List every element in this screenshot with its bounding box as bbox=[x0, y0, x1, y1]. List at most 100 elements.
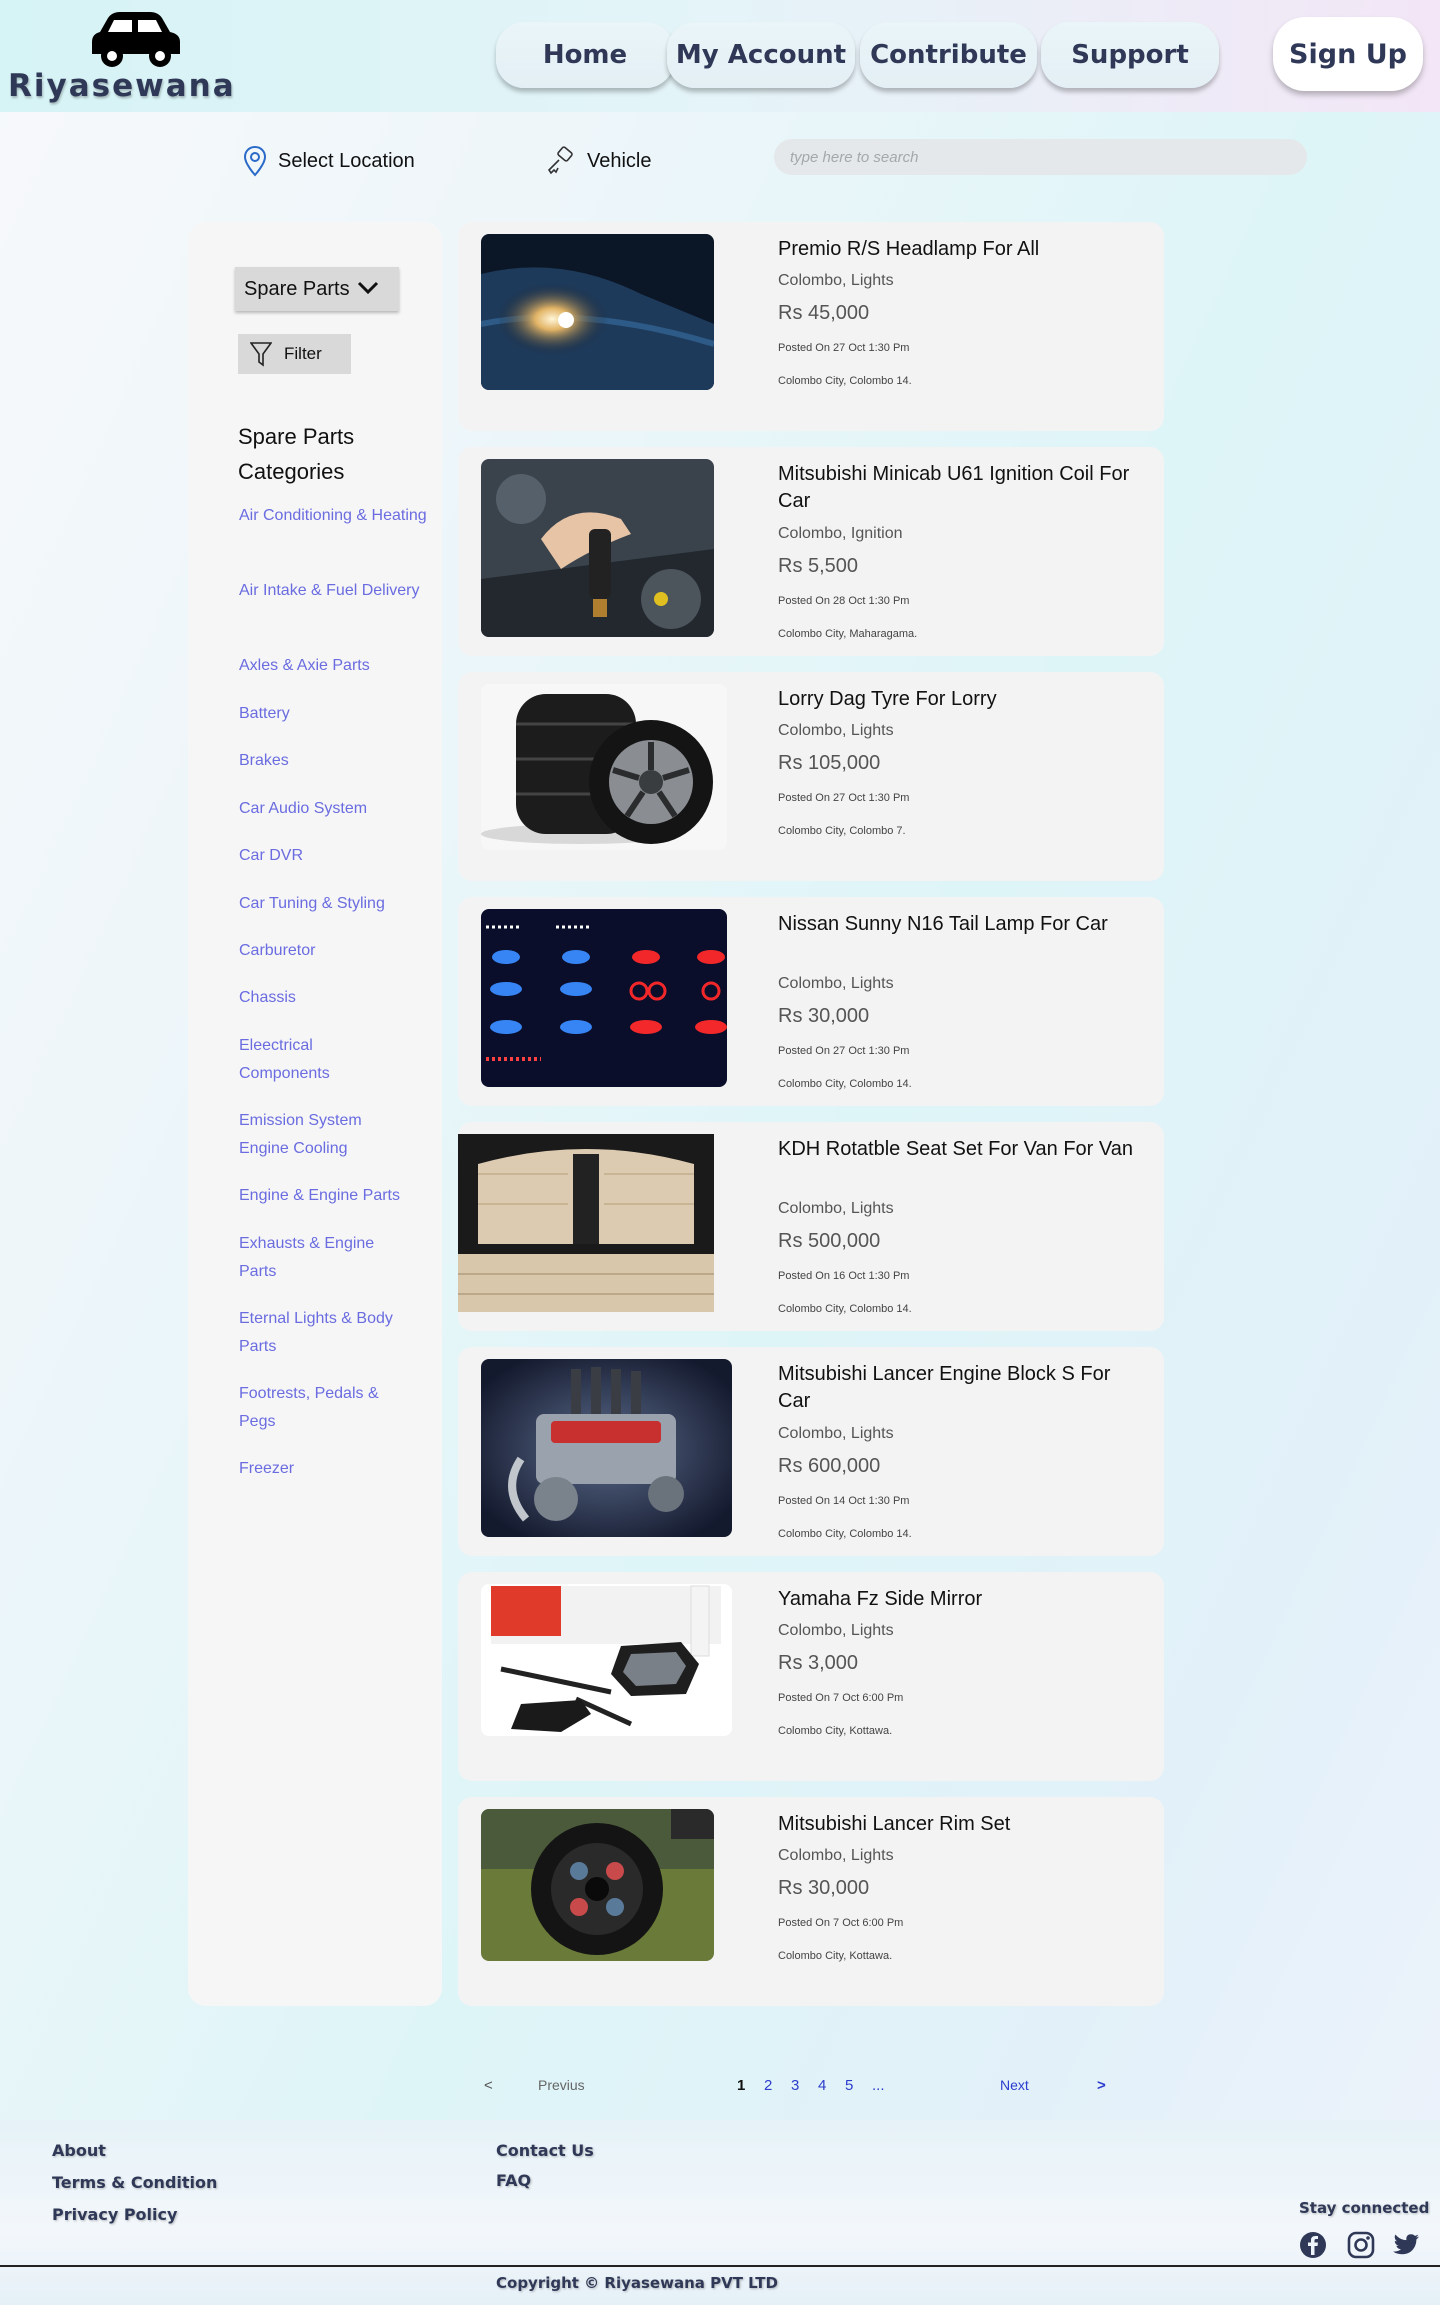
select-location-label: Select Location bbox=[278, 149, 415, 172]
vehicle-selector[interactable]: Vehicle bbox=[545, 146, 652, 176]
listing-image-seat[interactable] bbox=[458, 1134, 714, 1312]
footer-contact-link[interactable]: Contact Us bbox=[496, 2141, 594, 2160]
nav-home[interactable]: Home bbox=[496, 22, 674, 88]
listing-card[interactable]: KDH Rotatble Seat Set For Van For Van Co… bbox=[458, 1122, 1164, 1331]
search-input[interactable] bbox=[774, 139, 1307, 175]
twitter-icon[interactable] bbox=[1391, 2230, 1421, 2260]
category-item[interactable]: Car Audio System bbox=[239, 795, 429, 823]
listing-meta: Colombo, Lights bbox=[778, 722, 894, 739]
nav-support[interactable]: Support bbox=[1041, 22, 1219, 88]
category-item[interactable]: Eleectrical Components bbox=[239, 1032, 389, 1088]
listing-place: Colombo City, Colombo 14. bbox=[778, 375, 912, 387]
filter-label: Filter bbox=[284, 344, 322, 363]
vehicle-label: Vehicle bbox=[587, 149, 652, 172]
listing-price: Rs 600,000 bbox=[778, 1455, 881, 1477]
category-item[interactable]: Engine & Engine Parts bbox=[239, 1182, 429, 1210]
listing-card[interactable]: Premio R/S Headlamp For All Colombo, Lig… bbox=[458, 222, 1164, 431]
listing-title[interactable]: Mitsubishi Minicab U61 Ignition Coil For… bbox=[778, 461, 1138, 515]
listing-image-tyres[interactable] bbox=[481, 684, 727, 850]
listing-price: Rs 45,000 bbox=[778, 302, 870, 324]
listing-posted: Posted On 7 Oct 6:00 Pm bbox=[778, 1692, 904, 1704]
category-item[interactable]: Footrests, Pedals & Pegs bbox=[239, 1380, 389, 1436]
footer-terms-link[interactable]: Terms & Condition bbox=[52, 2173, 217, 2192]
spare-parts-dropdown[interactable]: Spare Parts bbox=[235, 267, 399, 311]
category-item[interactable]: Air Intake & Fuel Delivery bbox=[239, 577, 429, 605]
category-item[interactable]: Air Conditioning & Heating bbox=[239, 502, 429, 530]
footer-faq-link[interactable]: FAQ bbox=[496, 2171, 531, 2190]
page-link-4[interactable]: 4 bbox=[818, 2077, 826, 2094]
listing-image-engine[interactable] bbox=[481, 1359, 732, 1537]
filter-funnel-icon bbox=[250, 342, 272, 367]
listing-price: Rs 30,000 bbox=[778, 1005, 870, 1027]
category-item[interactable]: Car DVR bbox=[239, 842, 429, 870]
listing-card[interactable]: Nissan Sunny N16 Tail Lamp For Car Colom… bbox=[458, 897, 1164, 1106]
spare-parts-dropdown-label: Spare Parts bbox=[244, 277, 350, 300]
listing-posted: Posted On 7 Oct 6:00 Pm bbox=[778, 1917, 904, 1929]
listing-card[interactable]: Mitsubishi Lancer Rim Set Colombo, Light… bbox=[458, 1797, 1164, 2006]
page-link-5[interactable]: 5 bbox=[845, 2077, 853, 2094]
listing-place: Colombo City, Colombo 14. bbox=[778, 1078, 912, 1090]
prev-page-link[interactable]: Previus bbox=[538, 2077, 585, 2093]
prev-arrow[interactable]: < bbox=[484, 2077, 493, 2094]
category-item[interactable]: Brakes bbox=[239, 747, 429, 775]
nav-my-account[interactable]: My Account bbox=[667, 22, 855, 88]
listing-card[interactable]: Mitsubishi Minicab U61 Ignition Coil For… bbox=[458, 447, 1164, 656]
listing-meta: Colombo, Ignition bbox=[778, 525, 903, 542]
listing-place: Colombo City, Maharagama. bbox=[778, 628, 918, 640]
next-page-link[interactable]: Next bbox=[1000, 2077, 1029, 2093]
listing-price: Rs 30,000 bbox=[778, 1877, 870, 1899]
listing-posted: Posted On 14 Oct 1:30 Pm bbox=[778, 1495, 910, 1507]
listing-image-tail-lamps[interactable] bbox=[481, 909, 727, 1087]
listing-posted: Posted On 27 Oct 1:30 Pm bbox=[778, 792, 910, 804]
nav-contribute[interactable]: Contribute bbox=[860, 22, 1037, 88]
listing-image-rim[interactable] bbox=[481, 1809, 714, 1961]
logo[interactable]: Riyasewana bbox=[8, 10, 234, 105]
listing-image-headlamp[interactable] bbox=[481, 234, 714, 390]
listing-card[interactable]: Mitsubishi Lancer Engine Block S For Car… bbox=[458, 1347, 1164, 1556]
listing-image-mirror[interactable] bbox=[481, 1584, 732, 1736]
category-item[interactable]: Exhausts & Engine Parts bbox=[239, 1230, 389, 1286]
category-item[interactable]: Battery bbox=[239, 700, 429, 728]
listing-meta: Colombo, Lights bbox=[778, 975, 894, 992]
categories-title: Spare Parts Categories bbox=[238, 424, 355, 484]
category-item[interactable]: Freezer bbox=[239, 1455, 429, 1483]
listing-title[interactable]: KDH Rotatble Seat Set For Van For Van bbox=[778, 1136, 1138, 1163]
footer-privacy-link[interactable]: Privacy Policy bbox=[52, 2205, 177, 2224]
category-item[interactable]: Car Tuning & Styling bbox=[239, 890, 429, 918]
listing-meta: Colombo, Lights bbox=[778, 1200, 894, 1217]
listing-title[interactable]: Nissan Sunny N16 Tail Lamp For Car bbox=[778, 911, 1138, 938]
listing-card[interactable]: Lorry Dag Tyre For Lorry Colombo, Lights… bbox=[458, 672, 1164, 881]
filter-button[interactable]: Filter bbox=[238, 334, 351, 374]
sign-up-button[interactable]: Sign Up bbox=[1273, 17, 1423, 91]
facebook-icon[interactable] bbox=[1298, 2230, 1328, 2260]
category-item[interactable]: Emission System Engine Cooling bbox=[239, 1107, 389, 1163]
location-pin-icon bbox=[243, 145, 267, 177]
listing-card[interactable]: Yamaha Fz Side Mirror Colombo, Lights Rs… bbox=[458, 1572, 1164, 1781]
key-icon bbox=[547, 146, 573, 175]
listing-image-ignition-coil[interactable] bbox=[481, 459, 714, 637]
listing-place: Colombo City, Kottawa. bbox=[778, 1725, 893, 1737]
page-link-2[interactable]: 2 bbox=[764, 2077, 772, 2094]
select-location[interactable]: Select Location bbox=[242, 145, 415, 177]
page-ellipsis: ... bbox=[872, 2077, 885, 2094]
listing-place: Colombo City, Colombo 14. bbox=[778, 1303, 912, 1315]
listing-title[interactable]: Mitsubishi Lancer Rim Set bbox=[778, 1811, 1138, 1838]
stay-connected-label: Stay connected bbox=[1299, 2199, 1430, 2217]
site-header: Riyasewana Home My Account Contribute Su… bbox=[0, 0, 1440, 112]
footer-about-link[interactable]: About bbox=[52, 2141, 106, 2160]
category-item[interactable]: Axles & Axie Parts bbox=[239, 652, 429, 680]
listing-title[interactable]: Premio R/S Headlamp For All bbox=[778, 236, 1138, 263]
listing-posted: Posted On 28 Oct 1:30 Pm bbox=[778, 595, 910, 607]
brand-name: Riyasewana bbox=[8, 68, 236, 104]
listing-title[interactable]: Yamaha Fz Side Mirror bbox=[778, 1586, 1138, 1613]
category-item[interactable]: Eternal Lights & Body Parts bbox=[239, 1305, 429, 1361]
listing-title[interactable]: Lorry Dag Tyre For Lorry bbox=[778, 686, 1138, 713]
listing-title[interactable]: Mitsubishi Lancer Engine Block S For Car bbox=[778, 1361, 1138, 1415]
page-link-1[interactable]: 1 bbox=[737, 2077, 745, 2094]
page-link-3[interactable]: 3 bbox=[791, 2077, 799, 2094]
instagram-icon[interactable] bbox=[1346, 2230, 1376, 2260]
listing-posted: Posted On 27 Oct 1:30 Pm bbox=[778, 342, 910, 354]
category-item[interactable]: Chassis bbox=[239, 984, 429, 1012]
next-arrow[interactable]: > bbox=[1097, 2077, 1106, 2094]
category-item[interactable]: Carburetor bbox=[239, 937, 429, 965]
